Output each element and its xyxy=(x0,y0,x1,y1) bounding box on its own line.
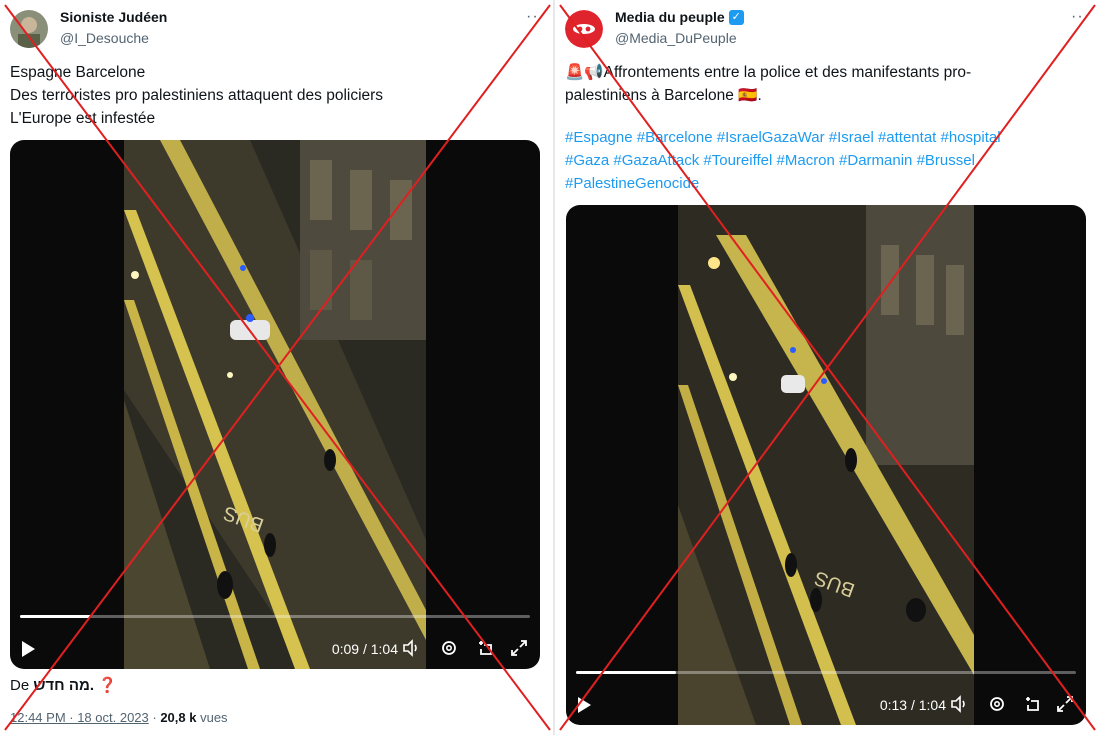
settings-gear-icon[interactable] xyxy=(438,637,460,659)
more-options-icon[interactable]: ··· xyxy=(1071,8,1090,26)
video-controls: 0:09 / 1:04 xyxy=(10,609,540,669)
video-progress-bar[interactable] xyxy=(20,615,530,618)
more-options-icon[interactable]: ··· xyxy=(526,8,545,26)
attribution: De מה חדש. ❓ xyxy=(10,676,117,694)
author-handle[interactable]: @I_Desouche xyxy=(60,30,149,46)
right-tweet: Media du peuple ✓ @Media_DuPeuple ··· 🚨📢… xyxy=(555,0,1100,735)
siren-megaphone-emoji: 🚨📢 xyxy=(565,64,604,81)
tweet-line: Espagne Barcelone xyxy=(10,64,146,81)
video-frame: BUS xyxy=(678,205,974,725)
play-icon[interactable] xyxy=(22,641,35,657)
views-label: vues xyxy=(196,710,228,725)
tweet-line-text: palestiniens à Barcelone xyxy=(565,87,734,104)
hashtag-line[interactable]: #PalestineGenocide xyxy=(565,172,1086,195)
hashtag-line[interactable]: #Gaza #GazaAttack #Toureiffel #Macron #D… xyxy=(565,149,1086,172)
attribution-prefix: De xyxy=(10,677,30,694)
video-player[interactable]: BUS 0:09 / 1:04 xyxy=(10,140,540,669)
author-handle[interactable]: @Media_DuPeuple xyxy=(615,30,737,46)
view-count: 20,8 k xyxy=(160,710,197,725)
separator: · xyxy=(148,710,161,725)
tweet-line: Des terroristes pro palestiniens attaque… xyxy=(10,87,384,104)
tweet-header: Media du peuple ✓ @Media_DuPeuple ··· xyxy=(565,8,1090,52)
verified-badge-icon: ✓ xyxy=(728,9,744,25)
fullscreen-icon[interactable] xyxy=(508,637,530,659)
question-mark-emoji: ❓ xyxy=(98,677,117,694)
tweet-line: palestiniens à Barcelone 🇪🇸. xyxy=(565,84,1086,107)
video-progress-bar[interactable] xyxy=(576,671,1076,674)
author-name[interactable]: Sioniste Judéen xyxy=(60,9,167,25)
attribution-source[interactable]: מה חדש. xyxy=(33,677,94,694)
hashtag-line[interactable]: #Espagne #Barcelone #IsraelGazaWar #Isra… xyxy=(565,126,1086,149)
tweet-text: 🚨📢Affrontements entre la police et des m… xyxy=(565,61,1086,107)
video-player[interactable]: BUS 0:13 / 1:04 xyxy=(566,205,1086,725)
tweet-line-text: Affrontements entre la police et des man… xyxy=(603,64,972,81)
picture-in-picture-icon[interactable] xyxy=(1021,693,1043,715)
tweet-line-end: . xyxy=(757,87,762,104)
author-name[interactable]: Media du peuple xyxy=(615,9,725,25)
video-time: 0:13 / 1:04 xyxy=(879,697,946,713)
video-frame: BUS xyxy=(124,140,426,669)
hashtags[interactable]: #Espagne #Barcelone #IsraelGazaWar #Isra… xyxy=(565,126,1086,195)
avatar[interactable] xyxy=(10,10,48,48)
settings-gear-icon[interactable] xyxy=(986,693,1008,715)
video-controls: 0:13 / 1:04 xyxy=(566,665,1086,725)
video-time: 0:09 / 1:04 xyxy=(331,641,398,657)
volume-icon[interactable] xyxy=(948,693,970,715)
picture-in-picture-icon[interactable] xyxy=(474,637,496,659)
fullscreen-icon[interactable] xyxy=(1054,693,1076,715)
left-tweet: Sioniste Judéen @I_Desouche ··· Espagne … xyxy=(0,0,555,735)
tweet-line: 🚨📢Affrontements entre la police et des m… xyxy=(565,61,1086,84)
spain-flag-emoji: 🇪🇸 xyxy=(738,87,758,104)
play-icon[interactable] xyxy=(578,697,591,713)
volume-icon[interactable] xyxy=(400,637,422,659)
tweet-timestamp[interactable]: 12:44 PM · 18 oct. 2023 xyxy=(10,710,149,725)
tweet-meta: 12:44 PM · 18 oct. 2023 · 20,8 k vues xyxy=(10,710,228,725)
tweet-line: L'Europe est infestée xyxy=(10,110,156,127)
avatar[interactable] xyxy=(565,10,603,48)
tweet-header: Sioniste Judéen @I_Desouche ··· xyxy=(10,8,545,52)
tweet-text: Espagne Barcelone Des terroristes pro pa… xyxy=(10,61,541,130)
